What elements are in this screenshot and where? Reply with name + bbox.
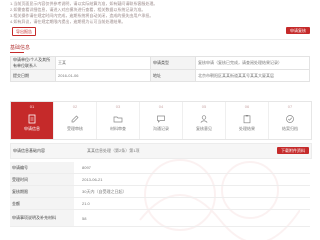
tab-label: 复核意见 [196,125,212,131]
tab-application-info[interactable]: 01 申请信息 [11,102,54,139]
cell-value: 21.0 [74,197,310,210]
table-row: 受理时间 2013-06-21 [10,173,310,186]
step-tabs: 01 申请信息 02 受理审核 03 材料审查 04 沟通记录 05 复核意见 … [10,101,312,140]
tab-label: 申请信息 [24,125,40,131]
cell-label: 申请类型 [150,56,196,70]
cell-label: 受理时间 [10,173,74,186]
sub-header-bar: 申请信息基础内容 某某信息处理（第2条）第1项 下载附件资料 [10,143,312,159]
table-row: 申请单位/个人及其所有单位联系人 王某 申请类型 复核申请（复核已完成，请查阅处… [10,56,310,70]
tab-number: 05 [201,104,207,109]
tab-result[interactable]: 06 处理结果 [226,102,269,139]
chat-icon [157,115,165,123]
edit-icon [71,115,79,122]
tab-number: 04 [158,104,164,109]
apply-review-button[interactable]: 申请复核 [286,27,310,34]
section-title: 基础信息 [10,45,31,51]
download-attachment-button[interactable]: 下载附件资料 [277,147,309,154]
tab-review-acceptance[interactable]: 02 受理审核 [54,102,97,139]
cell-label: 申请事项说明及补充材料 [10,209,74,227]
user-icon [200,114,208,123]
tab-number: 02 [72,104,78,109]
cell-value: 复核申请（复核已完成，请查阅处理结果记录） [195,56,310,70]
tab-label: 材料审查 [110,125,126,131]
table-row: 申请事项说明及补充材料 58 [10,209,310,227]
export-report-button[interactable]: 导出报告 [12,27,36,36]
tab-material-check[interactable]: 03 材料审查 [97,102,140,139]
cell-value: 8097 [74,162,310,174]
tab-label: 受理审核 [67,125,83,131]
cell-value: 2013-06-21 [74,173,310,186]
tab-review-opinion[interactable]: 05 复核意见 [183,102,226,139]
tab-label: 结案归档 [282,125,298,131]
cell-value: 北京市朝阳区某某街道某某号某某大厦某层 [195,69,310,82]
cell-value: 58 [74,209,310,227]
tab-archive[interactable]: 07 结案归档 [269,102,311,139]
tab-number: 01 [29,104,35,109]
cell-label: 金额 [10,197,74,210]
notice-line: 4.如有异议，请在规定期限内提出，逾期视为认可当前处理结果。 [10,19,126,24]
clipboard-icon [243,114,251,123]
sub-header-value: 某某信息处理（第2条）第1项 [87,148,140,153]
tab-number: 07 [287,104,293,109]
cell-label: 地址 [150,69,196,82]
table-row: 申请编号 8097 [10,162,310,174]
tab-communication[interactable]: 04 沟通记录 [140,102,183,139]
cell-label: 申请编号 [10,162,74,174]
cell-label: 提交日期 [10,69,56,82]
tab-label: 沟通记录 [153,125,169,131]
tab-number: 03 [115,104,121,109]
divider [10,39,310,40]
cell-label: 复核期限 [10,185,74,198]
info-table: 申请单位/个人及其所有单位联系人 王某 申请类型 复核申请（复核已完成，请查阅处… [10,56,310,82]
tab-label: 处理结果 [239,125,255,131]
notice-list: 1.当前页面显示内容仅供参考说明，请以实际结算为准，如有疑问请联系客服处理。 2… [10,1,240,25]
table-row: 复核期限 30天内（自受理之日起） [10,185,310,198]
cell-value: 30天内（自受理之日起） [74,185,310,198]
cell-value: 2016-01-06 [55,69,151,82]
table-row: 提交日期 2016-01-06 地址 北京市朝阳区某某街道某某号某某大厦某层 [10,69,310,82]
sub-header-label: 申请信息基础内容 [13,148,45,153]
detail-table: 申请编号 8097 受理时间 2013-06-21 复核期限 30天内（自受理之… [10,162,310,227]
tab-number: 06 [244,104,250,109]
cell-value: 王某 [55,56,151,70]
folder-icon [113,116,123,122]
check-icon [286,114,294,123]
document-icon [28,114,36,123]
cell-label: 申请单位/个人及其所有单位联系人 [10,56,56,70]
section-title-underline [10,52,24,53]
table-row: 金额 21.0 [10,197,310,210]
